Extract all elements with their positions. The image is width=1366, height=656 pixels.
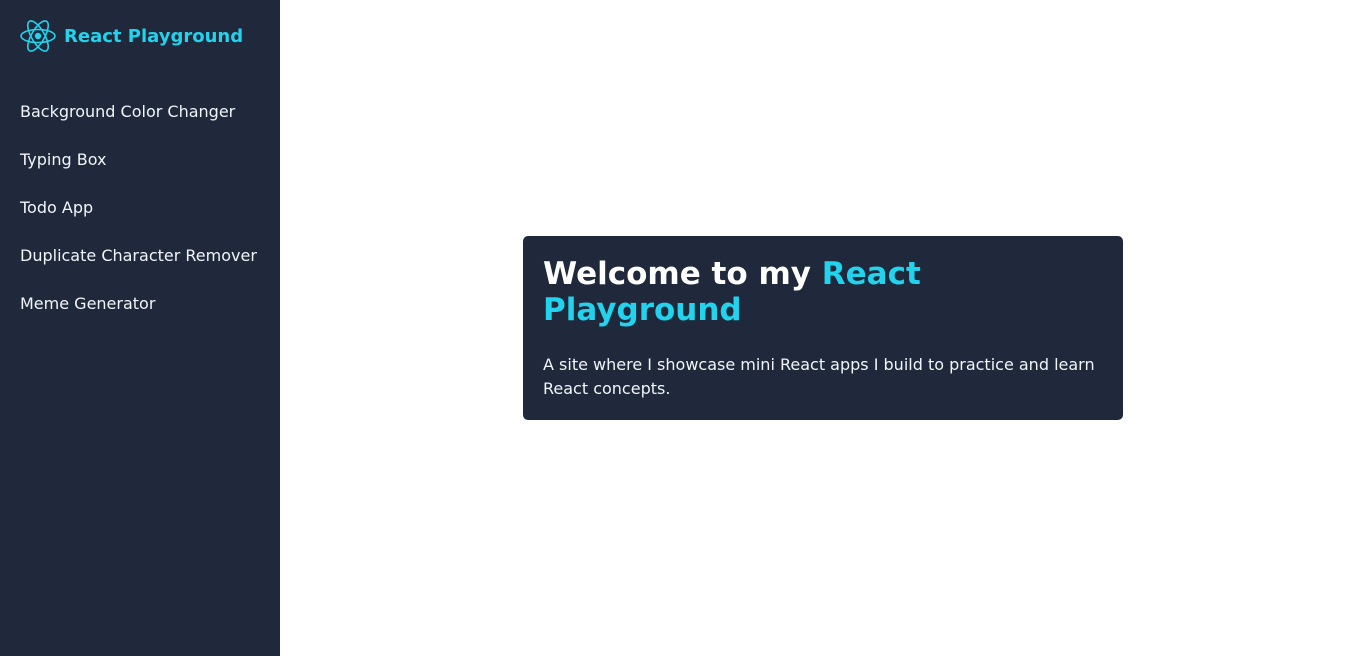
welcome-heading: Welcome to my React Playground [543,256,943,328]
sidebar-nav: Background Color Changer Typing Box Todo… [0,88,280,328]
brand-title: React Playground [64,25,244,47]
sidebar-item-background-color-changer[interactable]: Background Color Changer [0,88,280,136]
sidebar-item-duplicate-character-remover[interactable]: Duplicate Character Remover [0,232,280,280]
main-content: Welcome to my React Playground A site wh… [280,0,1366,656]
brand-link[interactable]: React Playground [0,0,280,72]
react-logo-icon [20,19,56,53]
sidebar: React Playground Background Color Change… [0,0,280,656]
welcome-description: A site where I showcase mini React apps … [543,355,1095,398]
sidebar-item-meme-generator[interactable]: Meme Generator [0,280,280,328]
sidebar-item-typing-box[interactable]: Typing Box [0,136,280,184]
welcome-heading-prefix: Welcome to my [543,256,822,292]
sidebar-item-todo-app[interactable]: Todo App [0,184,280,232]
app-root: React Playground Background Color Change… [0,0,1366,656]
welcome-card: Welcome to my React Playground A site wh… [523,236,1123,420]
